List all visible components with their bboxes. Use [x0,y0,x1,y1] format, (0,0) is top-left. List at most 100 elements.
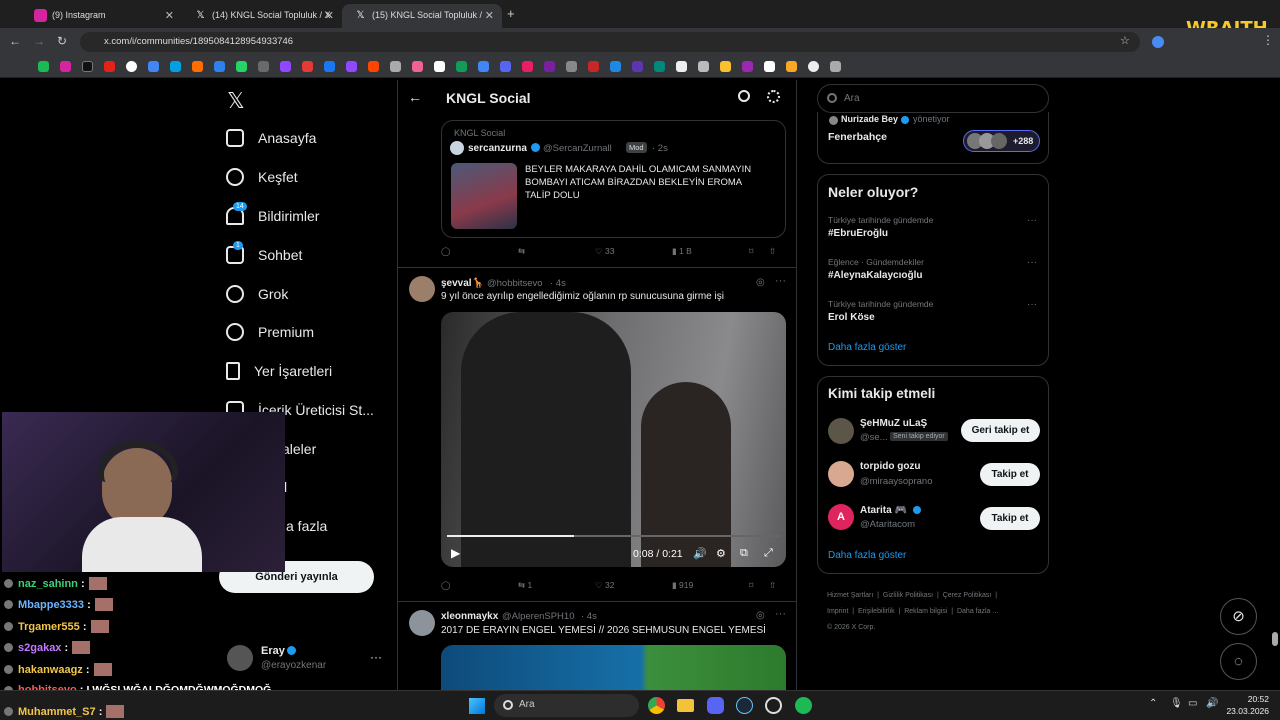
gear-icon[interactable] [767,90,780,103]
follow-name[interactable]: Atarita 🎮 [860,505,907,516]
bookmark-icon[interactable] [148,61,159,72]
follow-button[interactable]: Takip et [980,463,1040,486]
reload-icon[interactable]: ↻ [57,34,67,48]
tab-kngl-2[interactable]: 𝕏 (15) KNGL Social Topluluk / ✕ [342,4,502,28]
avatar[interactable] [409,276,435,302]
bookmark-icon[interactable] [82,61,93,72]
avatar[interactable] [227,645,253,671]
post-thumbnail[interactable] [451,163,517,229]
app-icon[interactable] [765,697,782,714]
volume-icon[interactable]: 🔊 [693,547,707,560]
moderator-name[interactable]: Nurizade Bey [841,114,898,124]
search-input[interactable]: Ara [817,84,1049,113]
bookmark-icon[interactable] [698,61,709,72]
share-icon[interactable]: ⇧ [769,580,776,591]
bookmark-icon[interactable] [390,61,401,72]
chat-bubble-icon[interactable]: ◌ [1220,643,1257,680]
post-image[interactable] [441,645,786,690]
footer-link[interactable]: Reklam bilgisi [904,608,947,615]
trend-item[interactable]: Türkiye tarihinde gündemde Erol Köse ··· [818,297,1048,337]
nav-grok[interactable]: Grok [226,279,288,309]
play-icon[interactable]: ▶ [451,546,460,560]
bookmark-icon[interactable] [522,61,533,72]
atari-logo-icon[interactable]: A [828,504,854,530]
bookmark-icon[interactable] [566,61,577,72]
follow-button[interactable]: Takip et [980,507,1040,530]
bookmark-icon[interactable] [346,61,357,72]
bookmark-icon[interactable]: ⌑ [749,580,769,591]
grok-icon[interactable]: ⊘ [1220,598,1257,635]
grok-icon[interactable]: ◎ [756,277,765,288]
more-icon[interactable]: ··· [1027,215,1037,226]
more-icon[interactable]: ··· [775,275,786,287]
bookmark-icon[interactable] [742,61,753,72]
taskbar-search[interactable]: Ara [494,694,639,717]
nav-notifications[interactable]: 14 Bildirimler [226,201,319,231]
bookmark-icon[interactable] [412,61,423,72]
footer-link[interactable]: Gizlilik Politikası [883,592,933,599]
avatar[interactable] [828,461,854,487]
avatar[interactable] [828,418,854,444]
bookmark-icon[interactable] [104,61,115,72]
tab-instagram[interactable]: (9) Instagram ✕ [22,4,182,28]
bookmark-icon[interactable] [808,61,819,72]
video-player[interactable]: ▶ 0:08 / 0:21 🔊 ⚙ ⧉ ⤢ [441,312,786,567]
bookmark-icon[interactable] [368,61,379,72]
volume-icon[interactable]: 🔊 [1206,698,1218,709]
trend-item[interactable]: Eğlence · Gündemdekiler #AleynaKalaycıoğ… [818,255,1048,295]
bookmark-icon[interactable] [192,61,203,72]
like-button[interactable]: ♡ 33 [595,246,672,257]
nav-home[interactable]: Anasayfa [226,123,316,153]
nav-more[interactable]: a fazla [286,511,327,541]
bookmark-icon[interactable] [38,61,49,72]
bookmark-icon[interactable] [280,61,291,72]
post-author[interactable]: xleonmaykx [441,611,498,622]
bookmark-icon[interactable] [720,61,731,72]
close-icon[interactable]: ✕ [325,9,334,22]
bookmark-icon[interactable] [214,61,225,72]
extension-icon[interactable] [1152,36,1164,48]
nav-explore[interactable]: Keşfet [226,162,298,192]
bookmark-icon[interactable] [258,61,269,72]
bookmark-icon[interactable] [170,61,181,72]
follow-name[interactable]: ŞeHMuZ uLaŞ [860,418,927,429]
account-menu-icon[interactable]: ··· [370,650,382,664]
quoted-post-card[interactable]: KNGL Social sercanzurna @SercanZurnall M… [441,120,786,238]
more-icon[interactable]: ··· [1027,257,1037,268]
bookmark-icon[interactable] [830,61,841,72]
bookmark-icon[interactable] [500,61,511,72]
star-icon[interactable]: ☆ [1120,34,1130,47]
footer-link[interactable]: Hizmet Şartları [827,592,873,599]
bookmark-icon[interactable] [588,61,599,72]
url-field[interactable]: x.com/i/communities/1895084128954933746 [80,32,1140,52]
reply-icon[interactable]: ◯ [441,246,518,257]
scrollbar-thumb[interactable] [1272,632,1278,646]
spotify-icon[interactable] [795,697,812,714]
post-author[interactable]: şevval🦒 [441,278,484,289]
repost-icon[interactable]: ⇆ [518,246,595,257]
bookmark-icon[interactable] [456,61,467,72]
footer-link[interactable]: Çerez Politikası [943,592,992,599]
back-icon[interactable]: ← [9,34,21,48]
video-progress-track[interactable] [447,535,780,537]
close-icon[interactable]: ✕ [165,9,174,22]
steam-icon[interactable] [736,697,753,714]
close-icon[interactable]: ✕ [485,9,494,22]
search-icon[interactable] [738,90,750,102]
more-icon[interactable]: ··· [1027,299,1037,310]
bookmark-icon[interactable] [324,61,335,72]
footer-link[interactable]: Imprint [827,608,848,615]
like-button[interactable]: ♡ 32 [595,580,672,591]
show-more-follow-link[interactable]: Daha fazla göster [828,550,906,561]
bookmark-icon[interactable] [434,61,445,72]
bookmark-icon[interactable] [610,61,621,72]
share-icon[interactable]: ⇧ [769,246,776,257]
gear-icon[interactable]: ⚙ [716,547,726,560]
more-icon[interactable]: ··· [775,608,786,620]
reply-icon[interactable]: ◯ [441,580,518,591]
nav-articles[interactable]: aleler [282,434,316,464]
trend-item[interactable]: Türkiye tarihinde gündemde #EbruEroğlu ·… [818,213,1048,253]
windows-start-icon[interactable] [469,698,485,714]
views-button[interactable]: ▮ 1 B [672,246,749,257]
bookmark-icon[interactable] [676,61,687,72]
